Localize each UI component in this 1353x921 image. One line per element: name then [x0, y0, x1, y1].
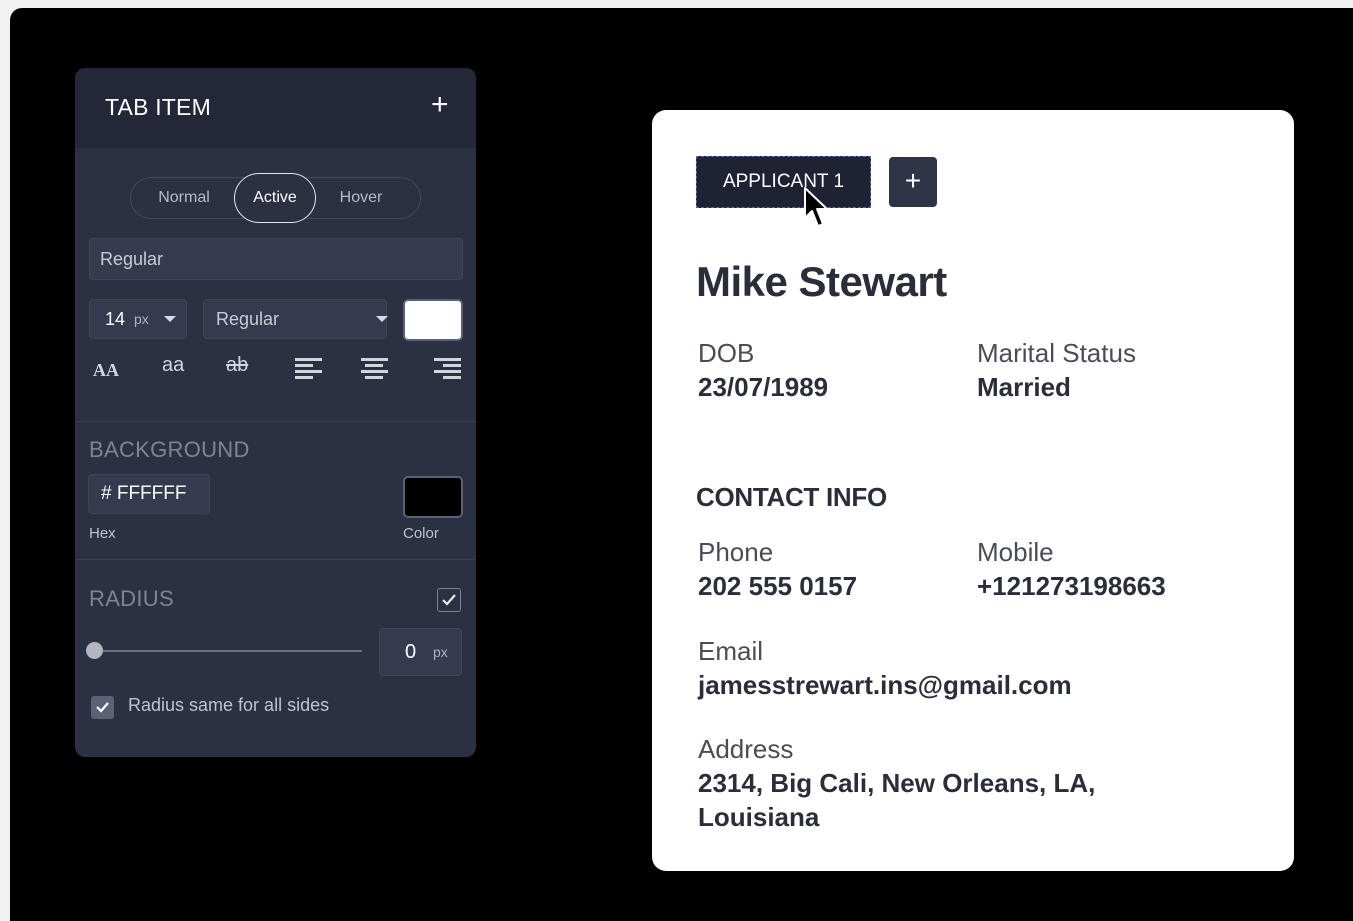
radius-section-label: RADIUS: [89, 586, 174, 611]
add-tab-button[interactable]: +: [889, 157, 937, 207]
address-label: Address: [698, 734, 794, 764]
email-label: Email: [698, 636, 764, 666]
radius-slider-track[interactable]: [94, 650, 362, 652]
font-family-value: Regular: [100, 249, 164, 269]
uppercase-button[interactable]: AA: [93, 360, 119, 381]
font-size-unit: px: [134, 311, 149, 327]
address-line-2: Louisiana: [698, 802, 820, 832]
tab-item-style-panel: TAB ITEM + Normal Hover Active Regular 1…: [75, 68, 476, 757]
text-color-swatch[interactable]: [403, 299, 463, 341]
radius-unit: px: [433, 644, 448, 660]
chevron-down-icon: [376, 316, 388, 322]
hex-value: # FFFFFF: [101, 483, 187, 504]
dob-value: 23/07/1989: [698, 372, 829, 402]
radius-same-all-checkbox[interactable]: [91, 696, 114, 719]
strikethrough-button[interactable]: ab: [226, 354, 248, 377]
state-active-tab[interactable]: Active: [234, 173, 316, 223]
mobile-label: Mobile: [977, 537, 1054, 567]
check-icon: [96, 702, 109, 713]
mobile-value: +121273198663: [977, 571, 1166, 601]
radius-value: 0: [405, 641, 417, 663]
hex-input[interactable]: # FFFFFF: [88, 474, 210, 514]
state-normal-tab[interactable]: Normal: [144, 178, 224, 218]
radius-same-all-label: Radius same for all sides: [128, 695, 330, 715]
address-line-1: 2314, Big Cali, New Orleans, LA,: [698, 768, 1096, 798]
radius-slider-handle[interactable]: [86, 642, 103, 659]
applicant-preview-card: APPLICANT 1 + Mike Stewart DOB 23/07/198…: [652, 110, 1294, 871]
background-section-label: BACKGROUND: [89, 437, 250, 462]
applicant-tab[interactable]: APPLICANT 1: [696, 156, 871, 208]
marital-status-value: Married: [977, 372, 1071, 402]
divider: [75, 421, 476, 422]
background-color-swatch[interactable]: [403, 476, 463, 518]
font-size-value: 14: [105, 309, 126, 329]
radius-input[interactable]: 0 px: [379, 628, 462, 676]
align-left-icon[interactable]: [295, 358, 322, 382]
phone-value: 202 555 0157: [698, 571, 858, 601]
contact-info-heading: CONTACT INFO: [696, 482, 887, 512]
marital-status-label: Marital Status: [977, 338, 1136, 368]
dob-label: DOB: [698, 338, 755, 368]
font-family-field[interactable]: Regular: [89, 238, 463, 280]
panel-header: TAB ITEM +: [75, 68, 476, 148]
chevron-down-icon: [164, 316, 176, 322]
font-weight-select[interactable]: Regular: [203, 299, 388, 339]
panel-title: TAB ITEM: [105, 94, 211, 120]
state-hover-tab[interactable]: Hover: [321, 178, 401, 218]
mouse-pointer-icon: [804, 187, 828, 227]
check-icon: [442, 594, 456, 606]
font-weight-value: Regular: [216, 309, 280, 329]
hex-label: Hex: [89, 525, 116, 542]
phone-label: Phone: [698, 537, 774, 567]
add-icon[interactable]: +: [431, 90, 449, 120]
color-label: Color: [403, 525, 439, 542]
align-center-icon[interactable]: [361, 358, 388, 382]
font-size-select[interactable]: 14 px: [89, 299, 187, 339]
state-segmented-control: Normal Hover Active: [130, 173, 421, 223]
applicant-name: Mike Stewart: [696, 258, 947, 305]
lowercase-button[interactable]: aa: [162, 354, 184, 377]
align-right-icon[interactable]: [434, 358, 461, 382]
divider: [75, 559, 476, 560]
radius-enabled-checkbox[interactable]: [437, 588, 461, 612]
email-value: jamesstrewart.ins@gmail.com: [698, 670, 1072, 700]
